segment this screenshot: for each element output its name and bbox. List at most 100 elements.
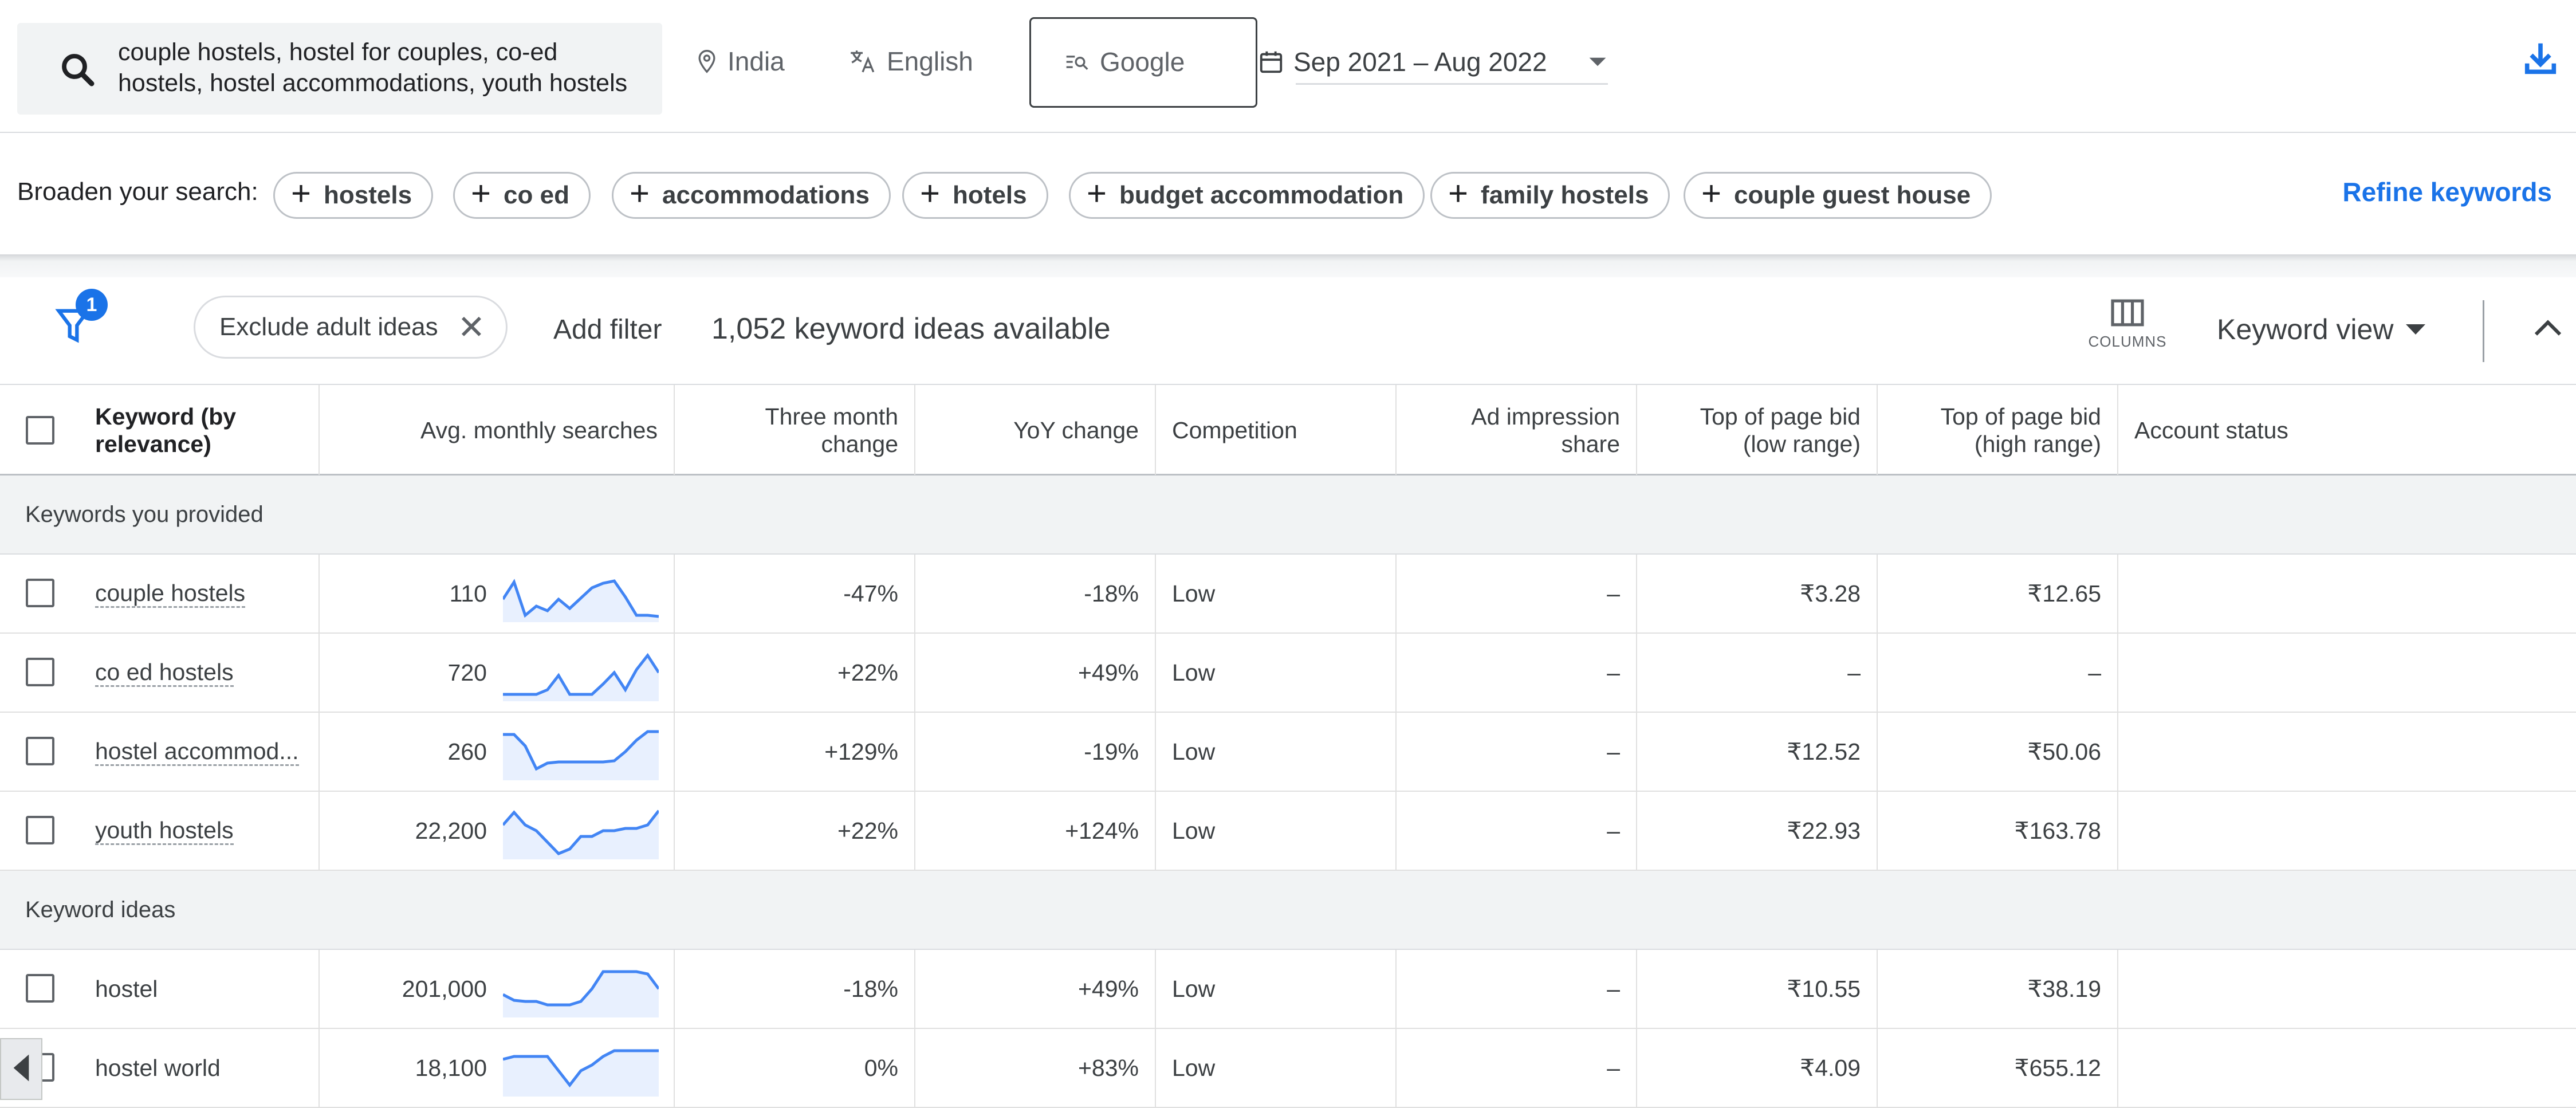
column-header-bid-low[interactable]: Top of page bid (low range)	[1637, 385, 1878, 475]
column-header-ad-impression-share[interactable]: Ad impression share	[1397, 385, 1637, 475]
group-header: Keyword ideas	[0, 871, 2576, 950]
broaden-chip[interactable]: + budget accommodation	[1069, 172, 1425, 219]
broaden-chip[interactable]: + hotels	[902, 172, 1048, 219]
avg-searches-value: 22,200	[415, 817, 487, 844]
search-input[interactable]: couple hostels, hostel for couples, co-e…	[17, 23, 662, 115]
translate-icon	[851, 50, 875, 73]
group-label: Keyword ideas	[25, 897, 176, 922]
exclude-adult-ideas-chip[interactable]: Exclude adult ideas ✕	[194, 296, 508, 359]
cell-text: hostel accommod...	[95, 738, 299, 766]
refine-keywords-button[interactable]: Refine keywords	[2342, 176, 2552, 207]
broaden-chip[interactable]: + co ed	[453, 172, 591, 219]
header-line: Ad impression	[1471, 403, 1620, 430]
keyword-cell[interactable]: youth hostels	[79, 792, 320, 870]
three-month-change-cell: 0%	[675, 1029, 915, 1107]
columns-icon	[2111, 299, 2144, 327]
search-query: couple hostels, hostel for couples, co-e…	[118, 37, 662, 99]
bid-low-cell: ₹10.55	[1637, 950, 1878, 1028]
row-checkbox[interactable]	[26, 579, 54, 607]
cell-text: –	[1607, 659, 1620, 686]
search-network-icon	[1066, 56, 1088, 70]
chevron-up-icon[interactable]	[2532, 315, 2564, 340]
column-header-yoy-change[interactable]: YoY change	[915, 385, 1156, 475]
column-header-three-month-change[interactable]: Three month change	[675, 385, 915, 475]
top-bar: couple hostels, hostel for couples, co-e…	[0, 0, 2576, 133]
group-label: Keywords you provided	[25, 501, 264, 527]
close-icon[interactable]: ✕	[458, 308, 486, 347]
columns-button[interactable]: COLUMNS	[2087, 298, 2168, 351]
chip-label: hotels	[953, 181, 1027, 209]
keyword-cell[interactable]: hostel world	[79, 1029, 320, 1107]
keyword-cell[interactable]: couple hostels	[79, 555, 320, 632]
trend-sparkline[interactable]	[503, 962, 659, 1017]
header-line: Keyword (by	[95, 403, 237, 430]
sparkline-area	[503, 972, 659, 1017]
trend-sparkline[interactable]	[503, 646, 659, 701]
broaden-chip[interactable]: + accommodations	[612, 172, 891, 219]
cell-text: youth hostels	[95, 817, 234, 845]
column-header-avg-monthly-searches[interactable]: Avg. monthly searches	[320, 385, 675, 475]
table-row[interactable]: couple hostels -47% -18% Low – ₹3.28 ₹12.65 110	[0, 555, 2576, 634]
table-row[interactable]: co ed hostels +22% +49% Low – – – 720	[0, 634, 2576, 713]
trend-sparkline[interactable]	[503, 1042, 659, 1097]
language-selector[interactable]: English	[847, 41, 973, 81]
bid-high-cell: ₹38.19	[1878, 950, 2118, 1028]
table-row[interactable]: hostel -18% +49% Low – ₹10.55 ₹38.19 201,000	[0, 950, 2576, 1029]
cell-text: +22%	[837, 659, 898, 686]
table-row[interactable]: hostel accommod... +129% -19% Low – ₹12.52 ₹50…	[0, 713, 2576, 792]
download-icon[interactable]	[2520, 38, 2561, 79]
row-checkbox[interactable]	[26, 974, 54, 1003]
row-checkbox[interactable]	[26, 816, 54, 844]
filter-count-badge: 1	[76, 289, 108, 321]
row-checkbox[interactable]	[26, 737, 54, 765]
competition-cell: Low	[1156, 950, 1397, 1028]
bid-low-cell: ₹3.28	[1637, 555, 1878, 632]
plus-icon: +	[1087, 174, 1107, 213]
header-line: (low range)	[1743, 430, 1861, 457]
search-icon	[62, 54, 95, 87]
plus-icon: +	[1701, 174, 1722, 213]
trend-sparkline[interactable]	[503, 567, 659, 622]
select-all-checkbox[interactable]	[26, 416, 54, 445]
keyword-cell[interactable]: hostel	[79, 950, 320, 1028]
cell-text: +49%	[1077, 659, 1139, 686]
broaden-chip[interactable]: + hostels	[273, 172, 434, 219]
trend-sparkline[interactable]	[503, 804, 659, 859]
bid-high-cell: –	[1878, 634, 2118, 712]
plus-icon: +	[471, 174, 491, 213]
ad-impression-share-cell: –	[1397, 1029, 1637, 1107]
header-line: Avg. monthly searches	[420, 417, 658, 443]
table-row[interactable]: youth hostels +22% +124% Low – ₹22.93 ₹163.78 2…	[0, 792, 2576, 871]
view-label: Keyword view	[2217, 313, 2394, 345]
keyword-cell[interactable]: hostel accommod...	[79, 713, 320, 791]
cell-text: +49%	[1077, 975, 1139, 1002]
ad-impression-share-cell: –	[1397, 950, 1637, 1028]
date-range-selector[interactable]: Sep 2021 – Aug 2022	[1258, 39, 1608, 85]
add-filter-button[interactable]: Add filter	[553, 314, 662, 345]
keyword-view-dropdown[interactable]: Keyword view	[2217, 313, 2426, 346]
chip-label: Exclude adult ideas	[219, 313, 438, 341]
bid-low-cell: ₹4.09	[1637, 1029, 1878, 1107]
account-status-cell	[2118, 792, 2576, 870]
trend-sparkline[interactable]	[503, 725, 659, 780]
row-checkbox[interactable]	[26, 658, 54, 686]
broaden-chip[interactable]: + couple guest house	[1684, 172, 1992, 219]
keyword-cell[interactable]: co ed hostels	[79, 634, 320, 712]
column-header-bid-high[interactable]: Top of page bid (high range)	[1878, 385, 2118, 475]
column-header-account-status[interactable]: Account status	[2118, 385, 2576, 475]
network-selector[interactable]: Google	[1029, 17, 1257, 108]
location-selector[interactable]: India	[694, 41, 785, 81]
yoy-change-cell: -19%	[915, 713, 1156, 791]
column-header-keyword[interactable]: Keyword (by relevance)	[79, 385, 320, 475]
calendar-icon	[1260, 51, 1283, 73]
cell-text: ₹12.65	[2027, 580, 2101, 607]
column-header-competition[interactable]: Competition	[1156, 385, 1397, 475]
scroll-left-button[interactable]	[0, 1038, 42, 1100]
broaden-chip[interactable]: + family hostels	[1430, 172, 1670, 219]
three-month-change-cell: -47%	[675, 555, 915, 632]
ad-impression-share-cell: –	[1397, 634, 1637, 712]
chip-label: couple guest house	[1734, 181, 1971, 209]
cell-text: couple hostels	[95, 580, 246, 608]
cell-text: –	[1847, 659, 1861, 686]
table-row[interactable]: hostel world 0% +83% Low – ₹4.09 ₹655.12 18,100	[0, 1029, 2576, 1108]
